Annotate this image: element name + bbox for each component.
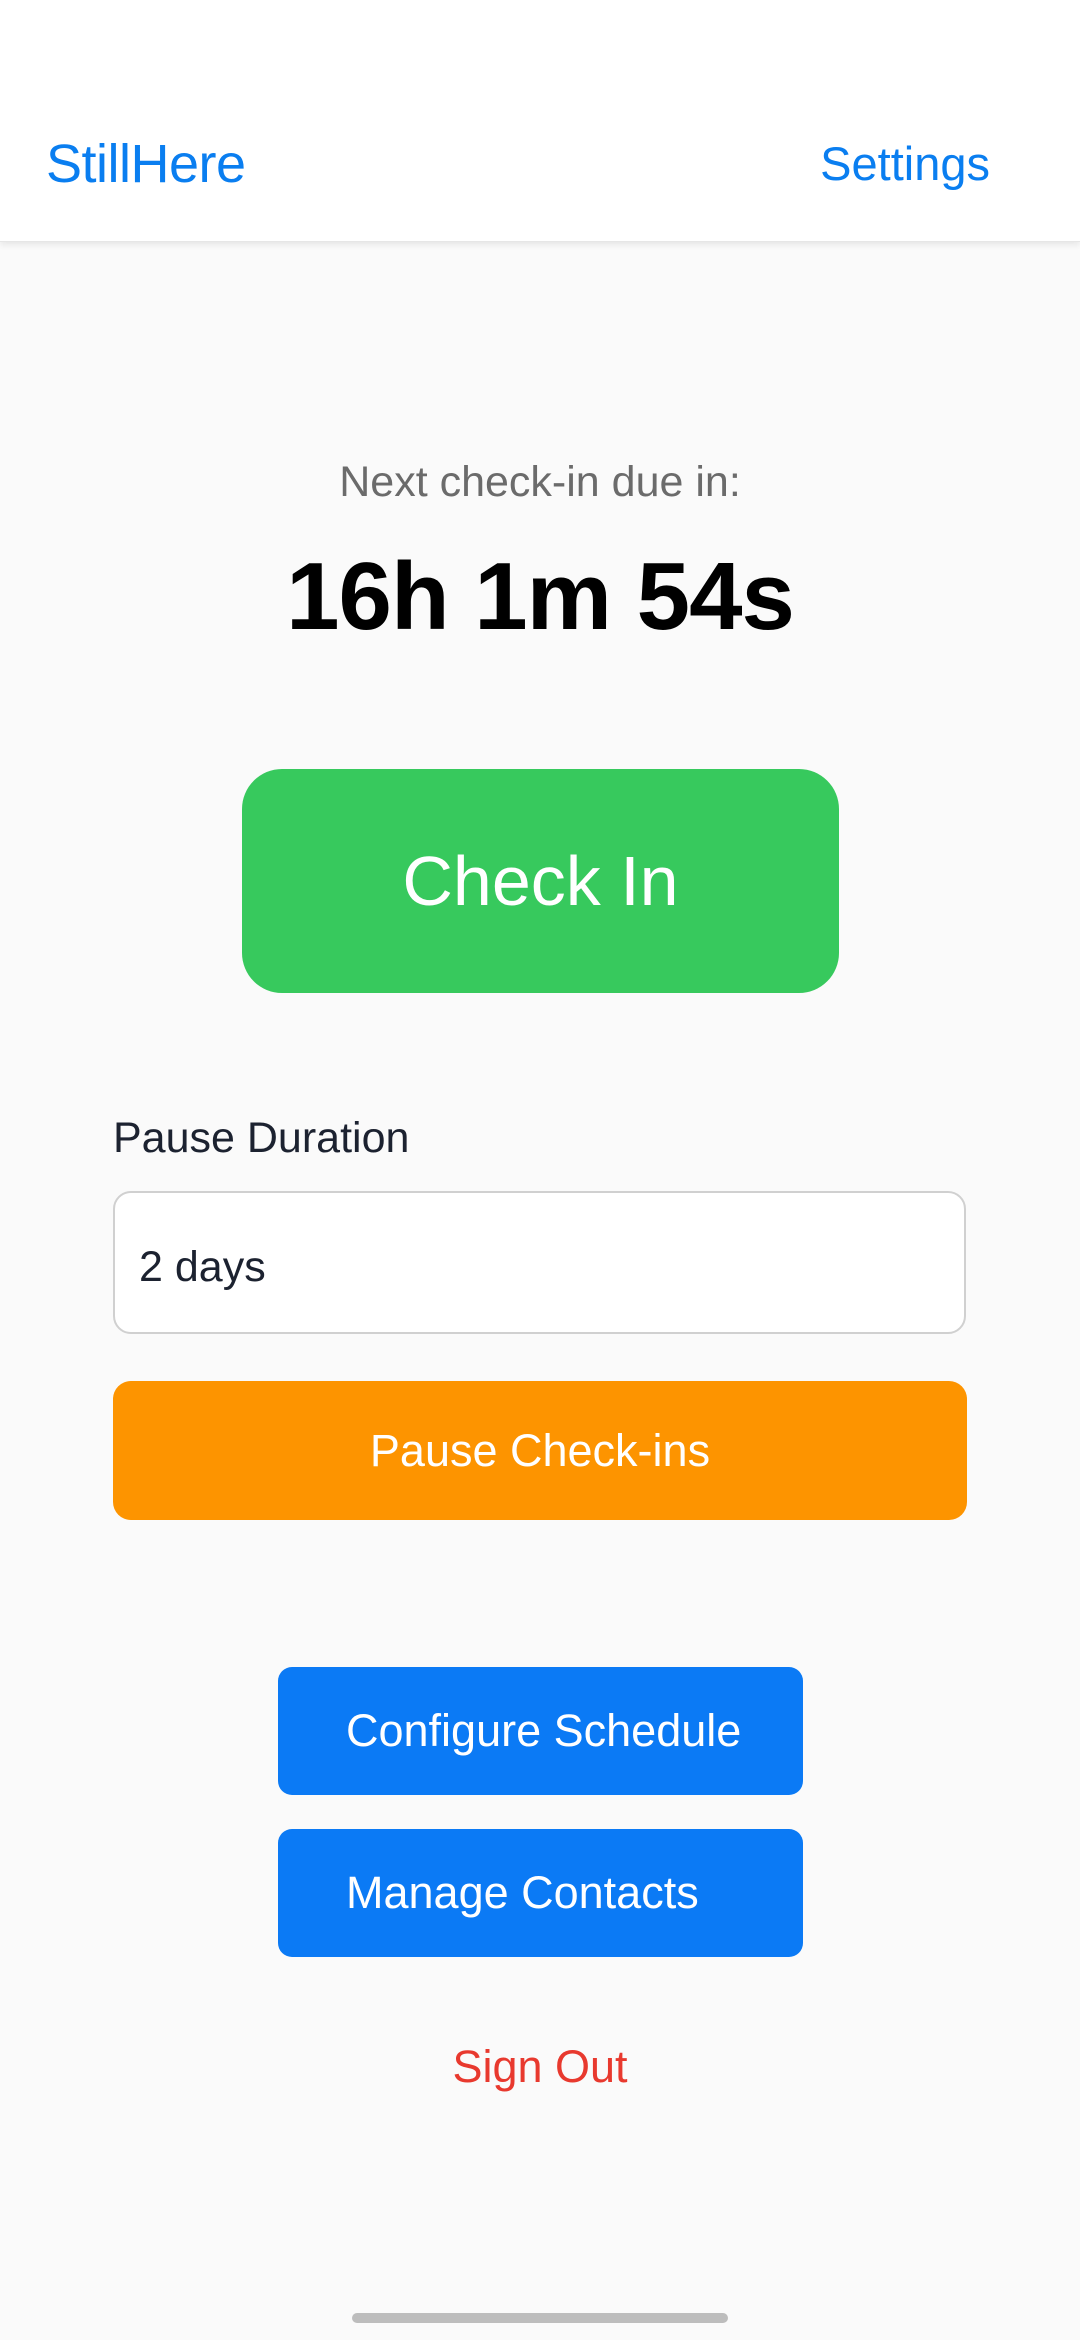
- configure-schedule-button[interactable]: Configure Schedule: [278, 1667, 803, 1795]
- checkin-countdown: 16h 1m 54s: [286, 543, 795, 650]
- check-in-button[interactable]: Check In: [242, 769, 839, 993]
- pause-duration-field[interactable]: 2 days: [113, 1191, 966, 1334]
- settings-link[interactable]: Settings: [820, 128, 990, 200]
- sign-out-link[interactable]: Sign Out: [0, 2037, 1080, 2097]
- app-title: StillHere: [46, 134, 246, 194]
- next-checkin-label: Next check-in due in:: [339, 458, 741, 506]
- pause-checkins-button[interactable]: Pause Check-ins: [113, 1381, 967, 1520]
- home-indicator[interactable]: [352, 2313, 728, 2323]
- pause-duration-label: Pause Duration: [113, 1114, 410, 1162]
- app-header: StillHere Settings: [0, 0, 1080, 242]
- manage-contacts-button[interactable]: Manage Contacts: [278, 1829, 803, 1957]
